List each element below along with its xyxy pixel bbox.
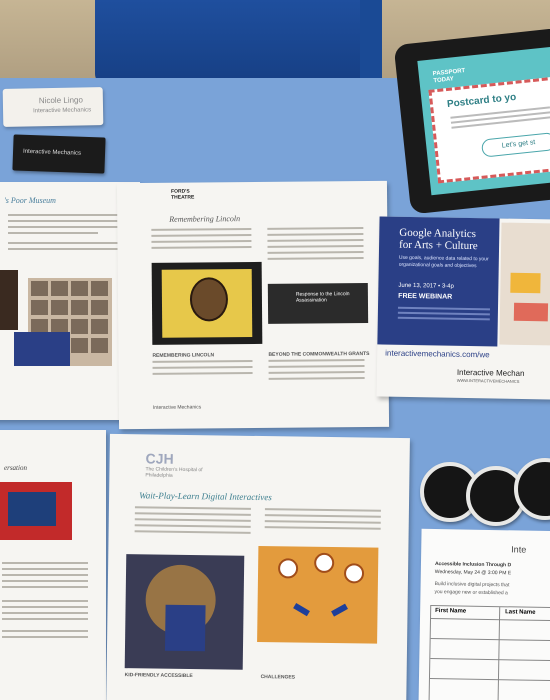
signup-col-first: First Name (435, 608, 467, 615)
flyer-remembering-lincoln: FORD'S THEATRE Remembering Lincoln Respo… (116, 180, 390, 430)
flyer-left-top-heading: 's Poor Museum (4, 196, 56, 205)
webinar-event: FREE WEBINAR (398, 292, 453, 301)
fords-theatre-logo: FORD'S THEATRE (170, 188, 195, 201)
webinar-title: Google Analytics for Arts + Culture (399, 227, 478, 252)
signup-line1: Accessible Inclusion Through D (434, 561, 512, 569)
black-business-card: Interactive Mechanics (12, 134, 106, 174)
flyer-caption: REMEMBERING LINCOLN (152, 352, 215, 359)
flyer-left-photo-strip (0, 270, 18, 330)
tablet-device: PASSPORT TODAY Postcard to yo Let's get … (393, 27, 550, 215)
tablet-screen: PASSPORT TODAY Postcard to yo Let's get … (417, 45, 550, 196)
webinar-brand: Interactive Mechan (456, 367, 525, 378)
black-card-text: Interactive Mechanics (22, 148, 82, 157)
signup-line2: Wednesday, May 24 @ 3:00 PM E (434, 569, 512, 577)
webinar-url: interactivemechanics.com/we (385, 348, 490, 360)
chair-back-leg (360, 0, 382, 84)
webinar-subtitle: Use goals, audience data related to your… (398, 254, 489, 270)
flyer-title-wait-play-learn: Wait-Play-Learn Digital Interactives (139, 490, 272, 503)
flyer-title-remembering-lincoln: Remembering Lincoln (169, 214, 241, 224)
photo-caption-box (14, 332, 70, 366)
playroom-screen (164, 604, 206, 652)
flyer-caption-challenges: CHALLENGES (260, 674, 296, 681)
business-card-name: Nicole Lingo (38, 95, 83, 106)
sticky-notes-2 (513, 302, 549, 322)
business-card-sub: Interactive Mechanics (33, 107, 92, 115)
flyer-left-bottom-heading: ersation (4, 464, 27, 472)
newspaper-inset: Response to the Lincoln Assassination (267, 282, 369, 324)
webinar-title-line2: for Arts + Culture (398, 238, 478, 253)
lincoln-portrait-bg (161, 269, 253, 338)
inset-caption: Response to the Lincoln Assassination (295, 291, 350, 304)
signup-heading: Inte (511, 544, 527, 555)
blue-chair (95, 0, 375, 84)
signup-col-last: Last Name (505, 609, 536, 616)
signup-line4: you engage new or established a (434, 589, 508, 597)
flyer-caption-2: BEYOND THE COMMONWEALTH GRANTS (268, 350, 370, 358)
lincoln-frame (151, 261, 263, 345)
webinar-photo (499, 222, 550, 346)
flyer-footer-brand: Interactive Mechanics (152, 404, 202, 411)
signup-sheet: Inte Accessible Inclusion Through D Wedn… (418, 528, 550, 700)
business-card-stack: Nicole Lingo Interactive Mechanics (2, 87, 104, 127)
webinar-date: June 13, 2017 • 3-4p (398, 282, 454, 290)
sticky-notes (510, 272, 541, 294)
webinar-brand-url: WWW.INTERACTIVEMECHANICS (456, 377, 520, 384)
postcard-heading: Postcard to yo (446, 91, 517, 111)
flyer-wait-play-learn: CJH The Children's Hospital of Philadelp… (106, 433, 410, 700)
webinar-flyer: Google Analytics for Arts + Culture Use … (376, 216, 550, 400)
webinar-blue-panel: Google Analytics for Arts + Culture Use … (377, 216, 500, 347)
flyer-left-bottom: ersation (0, 430, 106, 700)
chop-logo: CJH (145, 450, 174, 467)
passport-badge: PASSPORT TODAY (433, 68, 467, 85)
chop-org: The Children's Hospital of Philadelphia (145, 466, 203, 479)
interactive-screen (8, 492, 56, 526)
get-started-button[interactable]: Let's get st (480, 132, 550, 158)
postcard-panel: Postcard to yo Let's get st (428, 74, 550, 184)
signup-table: First Name Last Name (428, 604, 550, 700)
red-interactive-photo (0, 482, 72, 540)
pinball-game-photo (257, 546, 379, 644)
lincoln-portrait (189, 277, 229, 322)
signup-line3: Build inclusive digital projects that (434, 581, 510, 589)
photo-scene: Nicole Lingo Interactive Mechanics Inter… (0, 0, 550, 700)
kids-playroom-photo (124, 554, 245, 670)
flyer-caption-kid-friendly: KID-FRIENDLY ACCESSIBLE (124, 672, 193, 680)
